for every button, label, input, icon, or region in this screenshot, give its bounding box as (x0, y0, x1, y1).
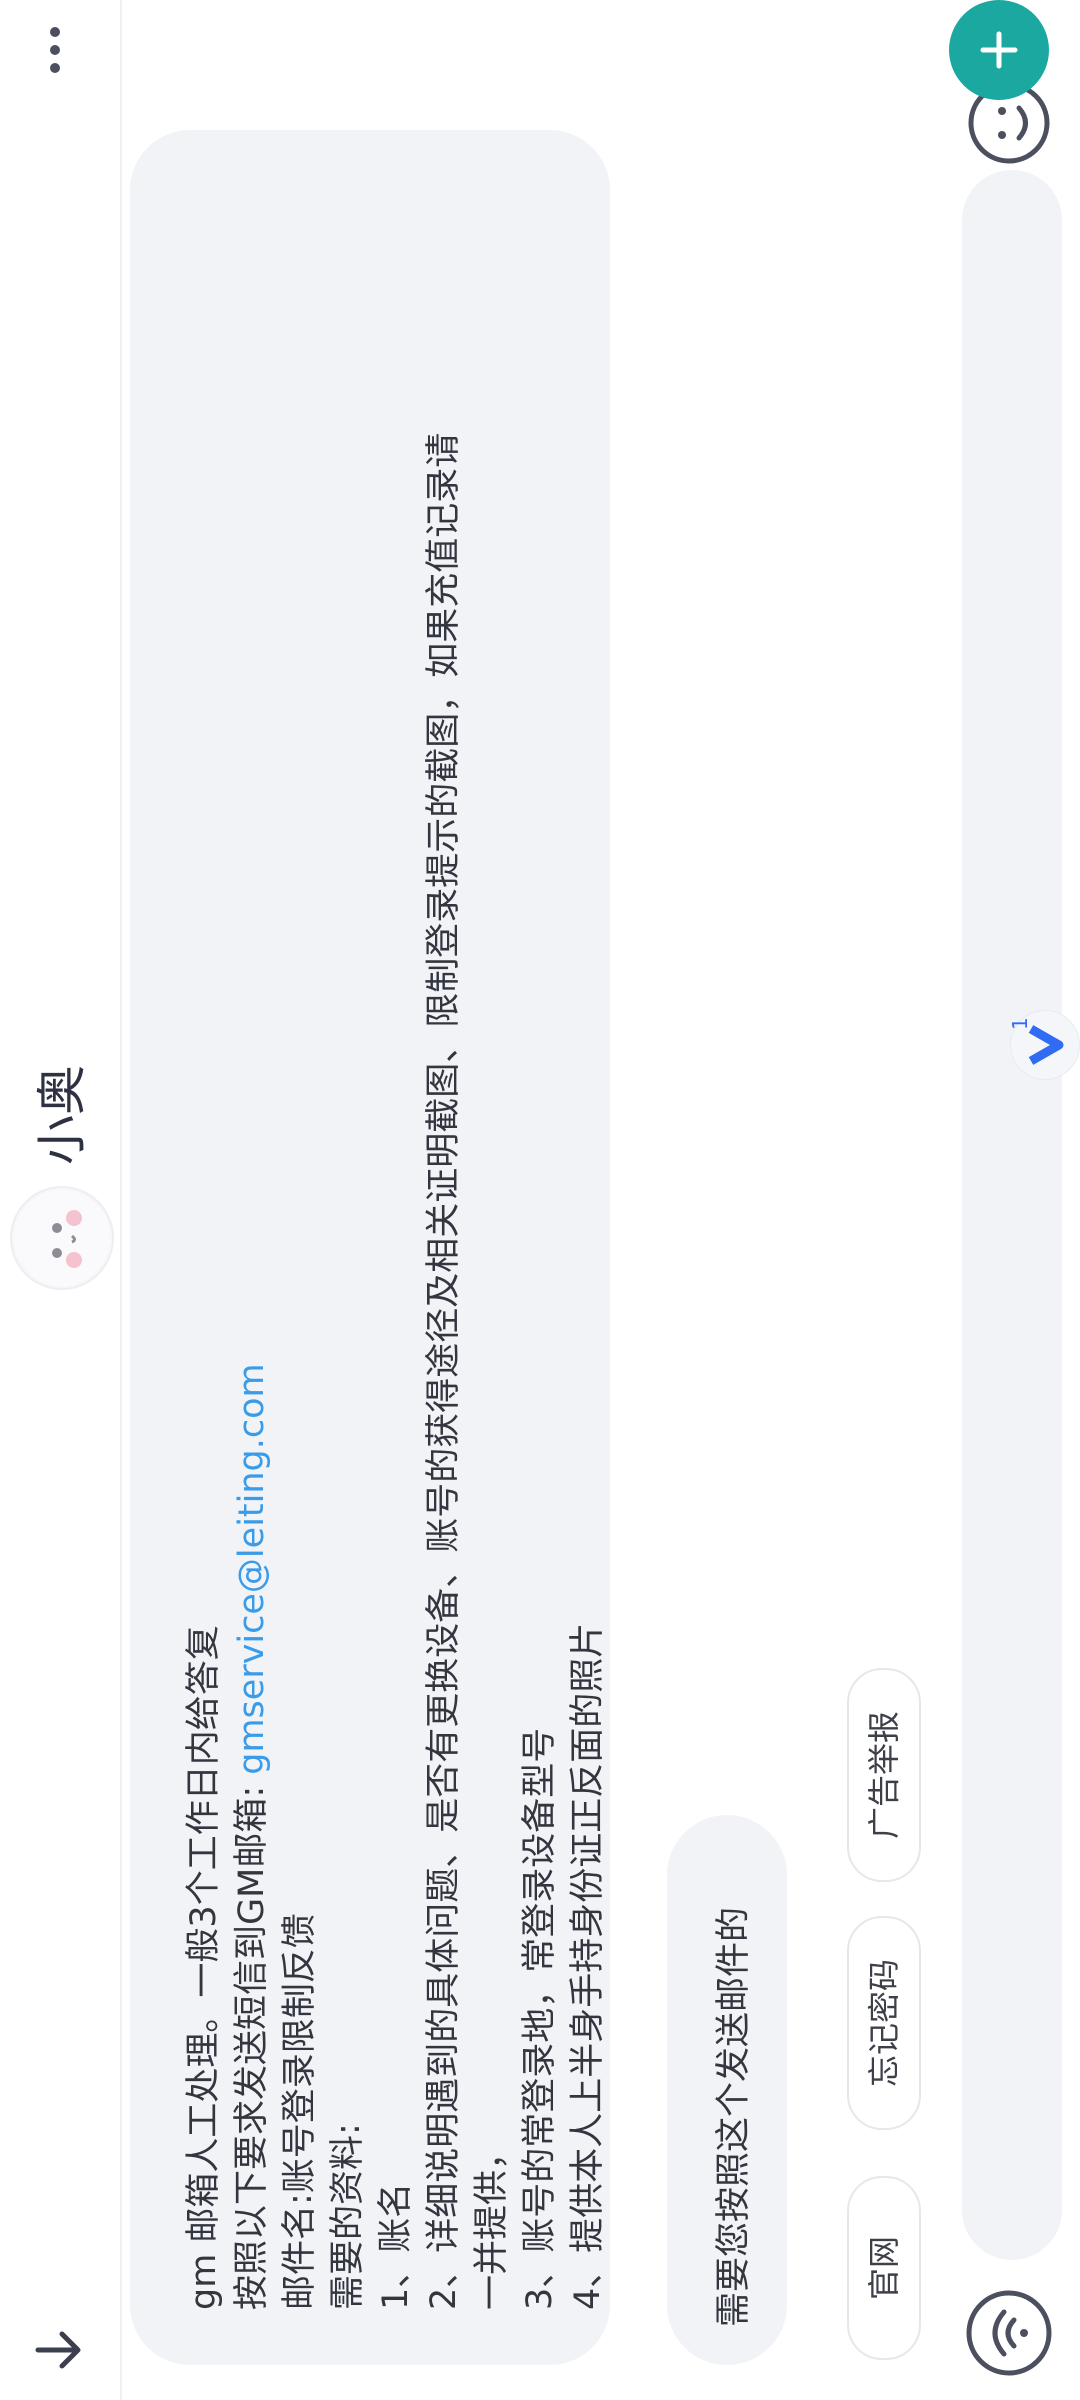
bot-line-4: 需要的资料: (328, 2123, 368, 2310)
chat-header: 小奥 (0, 0, 122, 2400)
chat-area: gm 邮箱人工处理。一般3个工作日内给答复 按照以下要求发送短信到GM邮箱: g… (122, 0, 942, 2400)
bot-line-8: 3、账号的常登录地，常登录设备型号 (520, 1727, 560, 2310)
arrow-down-icon[interactable] (30, 2320, 90, 2380)
wifi-icon[interactable] (964, 2288, 1054, 2378)
chat-title: 小奥 (33, 1065, 91, 1165)
bot-line-3: 邮件名:账号登录限制反馈 (280, 1913, 320, 2310)
quick-action-ad-report[interactable]: 广告举报 (847, 1668, 921, 1882)
user-message-bubble: 需要您按照这个发送邮件的 (667, 1815, 787, 2365)
bot-line-1: gm 邮箱人工处理。一般3个工作日内给答复 (184, 1625, 224, 2310)
bot-line-2: 按照以下要求发送短信到GM邮箱: gmservice@leiting.com (232, 1363, 272, 2310)
screen: 小奥 gm 邮箱人工处理。一般3个工作日内给答复 按照以下要求发送短信到GM邮箱… (0, 0, 1080, 2400)
input-bar: 1 (942, 0, 1080, 2400)
badge-count: 1 (1008, 1017, 1032, 1030)
avatar[interactable] (10, 1186, 114, 1290)
more-vertical-icon[interactable] (25, 20, 85, 80)
bot-line-6: 2、详细说明遇到的具体问题、是否有更换设备、账号的获得途径及相关证明截图、限制登… (424, 432, 464, 2310)
bot-line-7: 一并提供， (472, 2134, 512, 2310)
bot-message-text: gm 邮箱人工处理。一般3个工作日内给答复 按照以下要求发送短信到GM邮箱: g… (180, 190, 612, 2310)
quick-action-forgot-password[interactable]: 忘记密码 (847, 1916, 921, 2130)
bot-line-5: 1、账名 (376, 2182, 416, 2310)
message-input[interactable]: 1 (962, 170, 1080, 2260)
bot-line-9: 4、提供本人上半身手持身份证正反面的照片 (568, 1622, 608, 2310)
quick-action-official-site[interactable]: 官网 (847, 2176, 921, 2360)
user-message-text: 需要您按照这个发送邮件的 (714, 1906, 754, 2327)
plus-button[interactable] (949, 0, 1049, 100)
bot-message-bubble: gm 邮箱人工处理。一般3个工作日内给答复 按照以下要求发送短信到GM邮箱: g… (130, 130, 610, 2365)
email-link[interactable]: gmservice@leiting.com (232, 1363, 272, 1774)
